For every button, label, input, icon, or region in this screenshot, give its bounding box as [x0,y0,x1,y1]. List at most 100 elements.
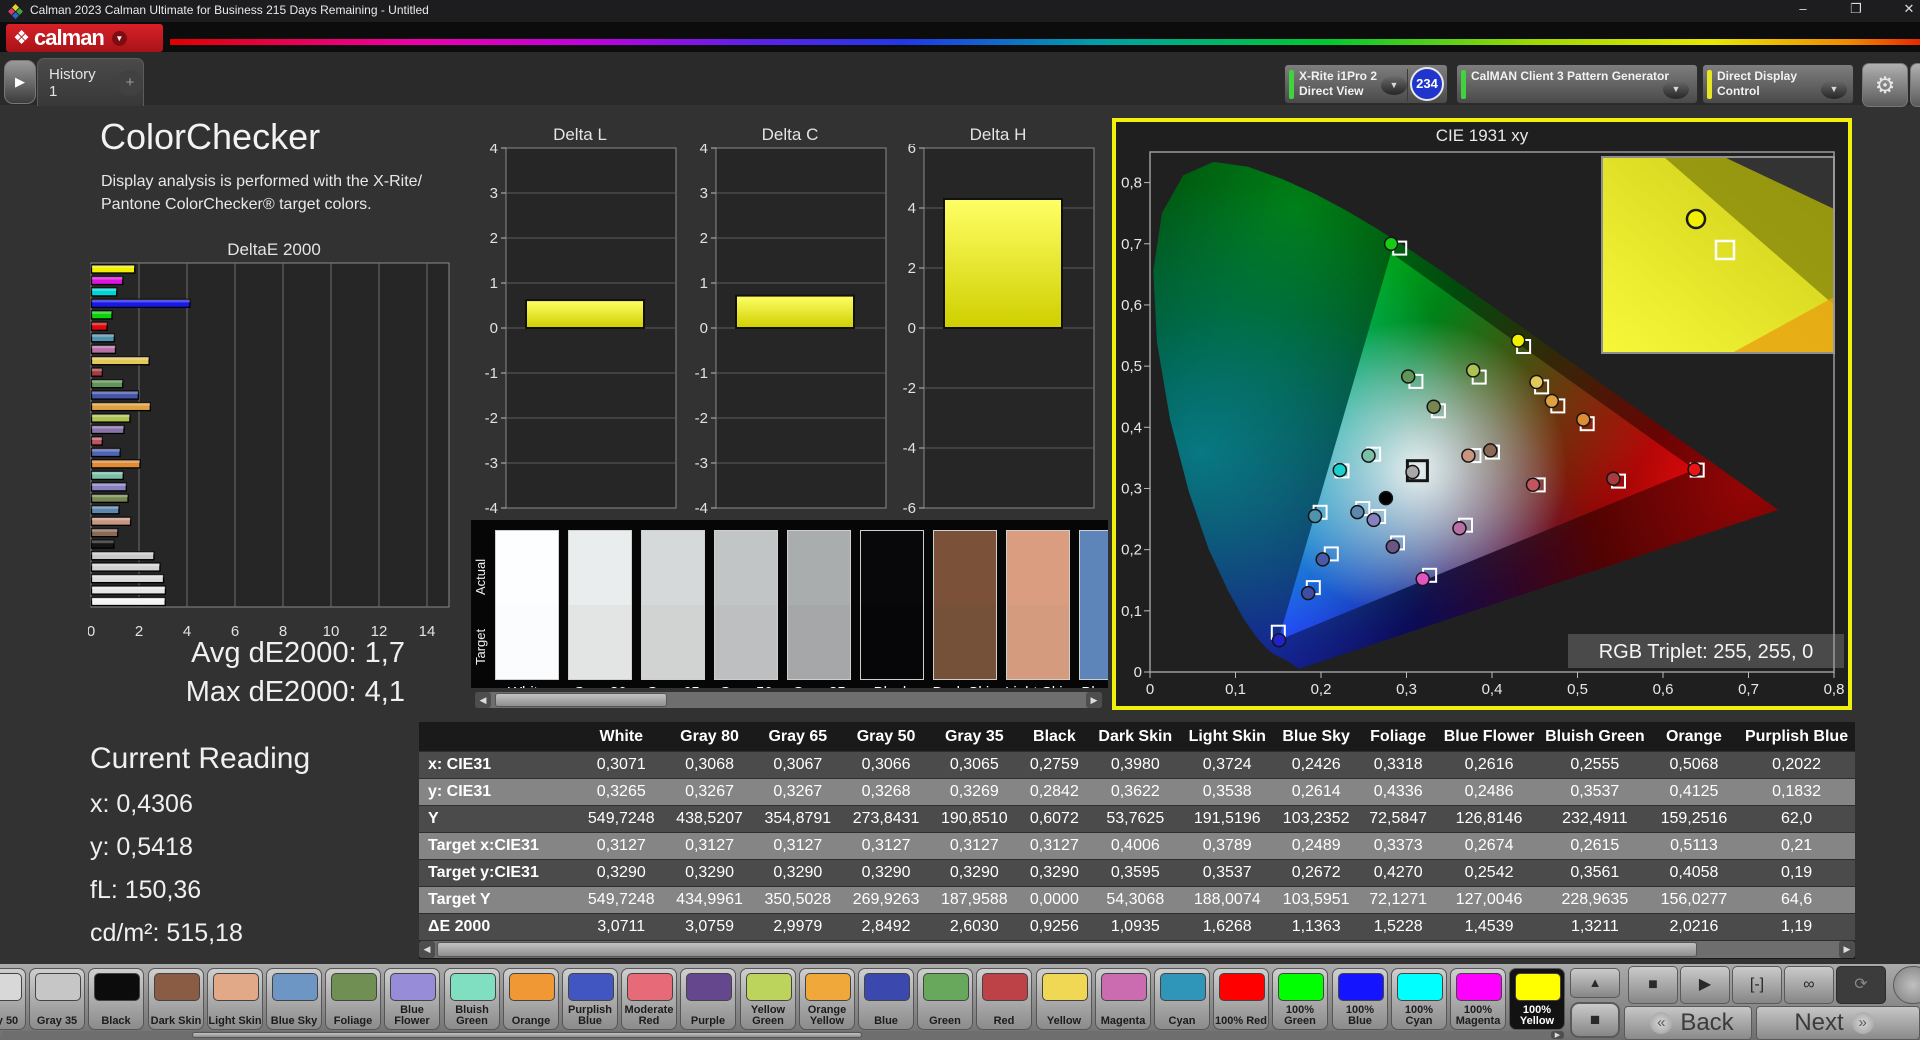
swatch-scrollbar[interactable]: ◀ ▶ [475,692,1102,708]
palette-color-button[interactable]: 100% Red [1213,968,1269,1030]
table-cell: 0,3127 [1018,832,1091,860]
palette-color-button[interactable]: Blue [858,968,914,1030]
pattern-generator-dropdown[interactable]: CalMAN Client 3 Pattern Generator ▼ [1456,64,1698,104]
cie-measured-marker [1271,632,1287,648]
table-scrollbar[interactable]: ◀ ▶ [419,941,1855,958]
table-cell: 438,5207 [665,805,754,833]
palette-color-button[interactable]: Green [917,968,973,1030]
table-cell: 0,2022 [1738,751,1855,779]
svg-text:6: 6 [908,144,916,157]
play-button[interactable]: ▶ [1680,966,1730,1004]
loop-infinity-button[interactable]: ∞ [1784,966,1834,1004]
cie-measured-marker [1483,443,1498,458]
table-scrollbar-thumb[interactable] [437,942,1697,957]
palette-color-button[interactable]: Blue Sky [266,968,322,1030]
palette-color-button[interactable]: Yellow Green [740,968,796,1030]
table-cell: 0,2614 [1274,778,1359,806]
palette-color-label: Dark Skin [150,1015,202,1027]
collapse-panel-button[interactable]: ◄ [1910,63,1920,107]
palette-color-button[interactable]: Magenta [1095,968,1151,1030]
pattern-generator-name: CalMAN Client 3 Pattern Generator [1471,69,1670,83]
svg-text:-4: -4 [903,440,916,457]
svg-text:0,1: 0,1 [1121,603,1142,620]
restore-button[interactable]: ❐ [1841,1,1871,20]
chevron-down-icon: ▼ [111,30,127,46]
calman-menu-button[interactable]: ❖ calman ▼ [6,24,163,52]
tab-scroll-button[interactable]: ▶ [4,60,36,104]
table-cell: 62,0 [1738,805,1855,833]
svg-text:0: 0 [908,320,916,337]
delta-bar [735,294,855,330]
palette-row-up-button[interactable]: ▲ [1570,968,1620,998]
table-cell: 126,8146 [1438,805,1540,833]
cie-measured-marker [1332,462,1348,478]
meter-count-badge[interactable]: 234 [1410,67,1444,101]
current-reading-cdm2: cd/m²: 515,18 [90,919,243,947]
swatch-scrollbar-thumb[interactable] [495,693,667,707]
cie-measured-marker [1307,508,1323,524]
palette-color-button[interactable]: Foliage [325,968,381,1030]
patch-swatch-label: Dark Skin [925,684,1005,688]
add-tab-button[interactable]: + [117,69,143,96]
palette-scrollbar-thumb[interactable] [192,1032,862,1038]
palette-color-button[interactable]: Black [88,968,144,1030]
cie-measured-marker [1361,448,1376,463]
patch-swatch-label: Light Skin [998,684,1078,688]
table-cell: 0,3318 [1358,751,1439,779]
palette-scrollbar[interactable]: ▶ [2,1031,1564,1039]
transport-knob-button[interactable] [1893,966,1920,1004]
display-control-status-bar [1707,70,1712,99]
palette-color-button[interactable]: Purplish Blue [562,968,618,1030]
palette-color-button[interactable]: Gray 50 [0,968,26,1030]
patch-swatch-label: Gray 80 [560,684,640,688]
palette-color-button[interactable]: Purple [680,968,736,1030]
palette-color-button[interactable]: 100% Magenta [1450,968,1506,1030]
table-cell: 2,8492 [841,913,931,941]
page-title: ColorChecker [100,116,321,157]
palette-color-button[interactable]: Dark Skin [148,968,204,1030]
table-cell: 0,6072 [1018,805,1091,833]
palette-color-button[interactable]: Bluish Green [444,968,500,1030]
meter-mode: Direct View [1299,84,1364,98]
patch-swatch [933,530,997,680]
palette-color-button[interactable]: Moderate Red [621,968,677,1030]
palette-color-button[interactable]: 100% Yellow [1509,968,1565,1030]
table-row: y: CIE31 0,3265 0,3267 0,3267 0,3268 0,3269 0,… [419,778,1855,806]
table-cell: 0,3290 [577,859,666,887]
palette-color-button[interactable]: Red [976,968,1032,1030]
palette-color-button[interactable]: Orange Yellow [799,968,855,1030]
next-button[interactable]: Next » [1756,1006,1920,1040]
pattern-window-icon[interactable]: [-] [1732,966,1782,1004]
palette-color-button[interactable]: 100% Blue [1332,968,1388,1030]
palette-color-button[interactable]: Orange [503,968,559,1030]
minimize-button[interactable]: – [1788,1,1818,20]
svg-text:3: 3 [700,185,708,202]
calman-diamond-icon: ❖ [13,27,31,49]
table-column-header: Gray 80 [665,722,754,752]
current-reading-title: Current Reading [90,742,311,775]
settings-gear-icon[interactable]: ⚙ [1862,63,1908,107]
tab-history-1[interactable]: History 1 + [37,58,144,106]
patch-swatch-label: White [487,684,567,688]
palette-color-button[interactable]: Cyan [1154,968,1210,1030]
cie-measured-marker [1385,539,1401,554]
palette-color-button[interactable]: Blue Flower [384,968,440,1030]
table-cell: 354,8791 [753,805,842,833]
palette-color-button[interactable]: Gray 35 [29,968,85,1030]
palette-color-button[interactable]: 100% Cyan [1391,968,1447,1030]
stop-button[interactable]: ■ [1628,966,1678,1004]
close-button[interactable]: ✕ [1894,1,1920,20]
sync-button[interactable]: ⟳ [1836,966,1886,1004]
palette-color-button[interactable]: Light Skin [207,968,263,1030]
table-cell: 0,4336 [1358,778,1439,806]
window-title: Calman 2023 Calman Ultimate for Business… [30,3,429,17]
pattern-window-button[interactable]: ■ [1570,1002,1620,1038]
palette-color-swatch [686,973,732,1001]
palette-color-button[interactable]: 100% Green [1272,968,1328,1030]
palette-color-button[interactable]: Yellow [1036,968,1092,1030]
palette-color-label: Yellow Green [750,1004,786,1027]
display-control-dropdown[interactable]: Direct Display Control ▼ [1702,64,1854,104]
next-chevron-icon: » [1851,1012,1874,1034]
back-button[interactable]: « Back [1624,1006,1752,1040]
table-cell: 0,5068 [1649,751,1739,779]
